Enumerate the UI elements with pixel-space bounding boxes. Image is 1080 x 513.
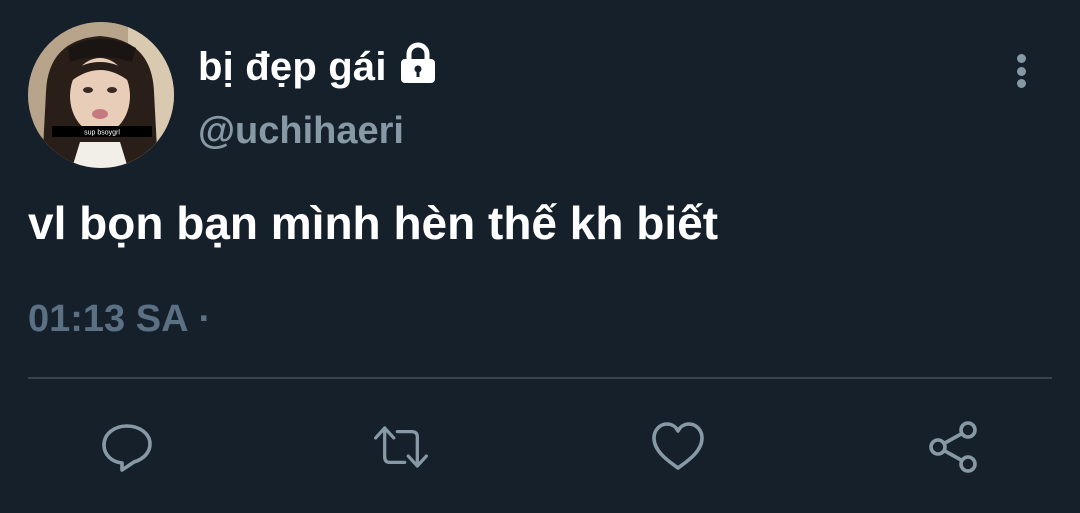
divider bbox=[28, 377, 1052, 379]
reply-icon bbox=[102, 424, 152, 472]
display-name[interactable]: bị đẹp gái bbox=[198, 40, 439, 94]
reply-button[interactable] bbox=[98, 418, 156, 476]
retweet-button[interactable] bbox=[372, 418, 430, 476]
avatar[interactable]: sup bsoygrl bbox=[28, 22, 174, 168]
retweet-icon bbox=[373, 426, 429, 468]
display-name-text: bị đẹp gái bbox=[198, 44, 387, 89]
lock-icon bbox=[397, 42, 439, 94]
share-icon bbox=[929, 421, 977, 473]
share-button[interactable] bbox=[925, 418, 983, 476]
avatar-caption: sup bsoygrl bbox=[84, 130, 120, 137]
tweet-text: vl bọn bạn mình hèn thế kh biết bbox=[28, 197, 719, 249]
heart-icon bbox=[652, 422, 704, 470]
more-dot bbox=[1016, 54, 1026, 63]
more-dot bbox=[1016, 79, 1026, 88]
tweet-meta: 01:13 SA · bbox=[28, 298, 211, 341]
user-handle[interactable]: @uchihaeri bbox=[198, 110, 404, 153]
like-button[interactable] bbox=[649, 418, 707, 476]
tweet-timestamp[interactable]: 01:13 SA bbox=[28, 298, 189, 340]
tweet-card: sup bsoygrl bị đẹp gái @uchihaeri vl bọn… bbox=[0, 0, 1080, 513]
avatar-photo: sup bsoygrl bbox=[28, 22, 174, 168]
more-vertical-icon[interactable] bbox=[1006, 48, 1036, 94]
more-dot bbox=[1016, 66, 1026, 76]
meta-separator: · bbox=[198, 298, 212, 340]
